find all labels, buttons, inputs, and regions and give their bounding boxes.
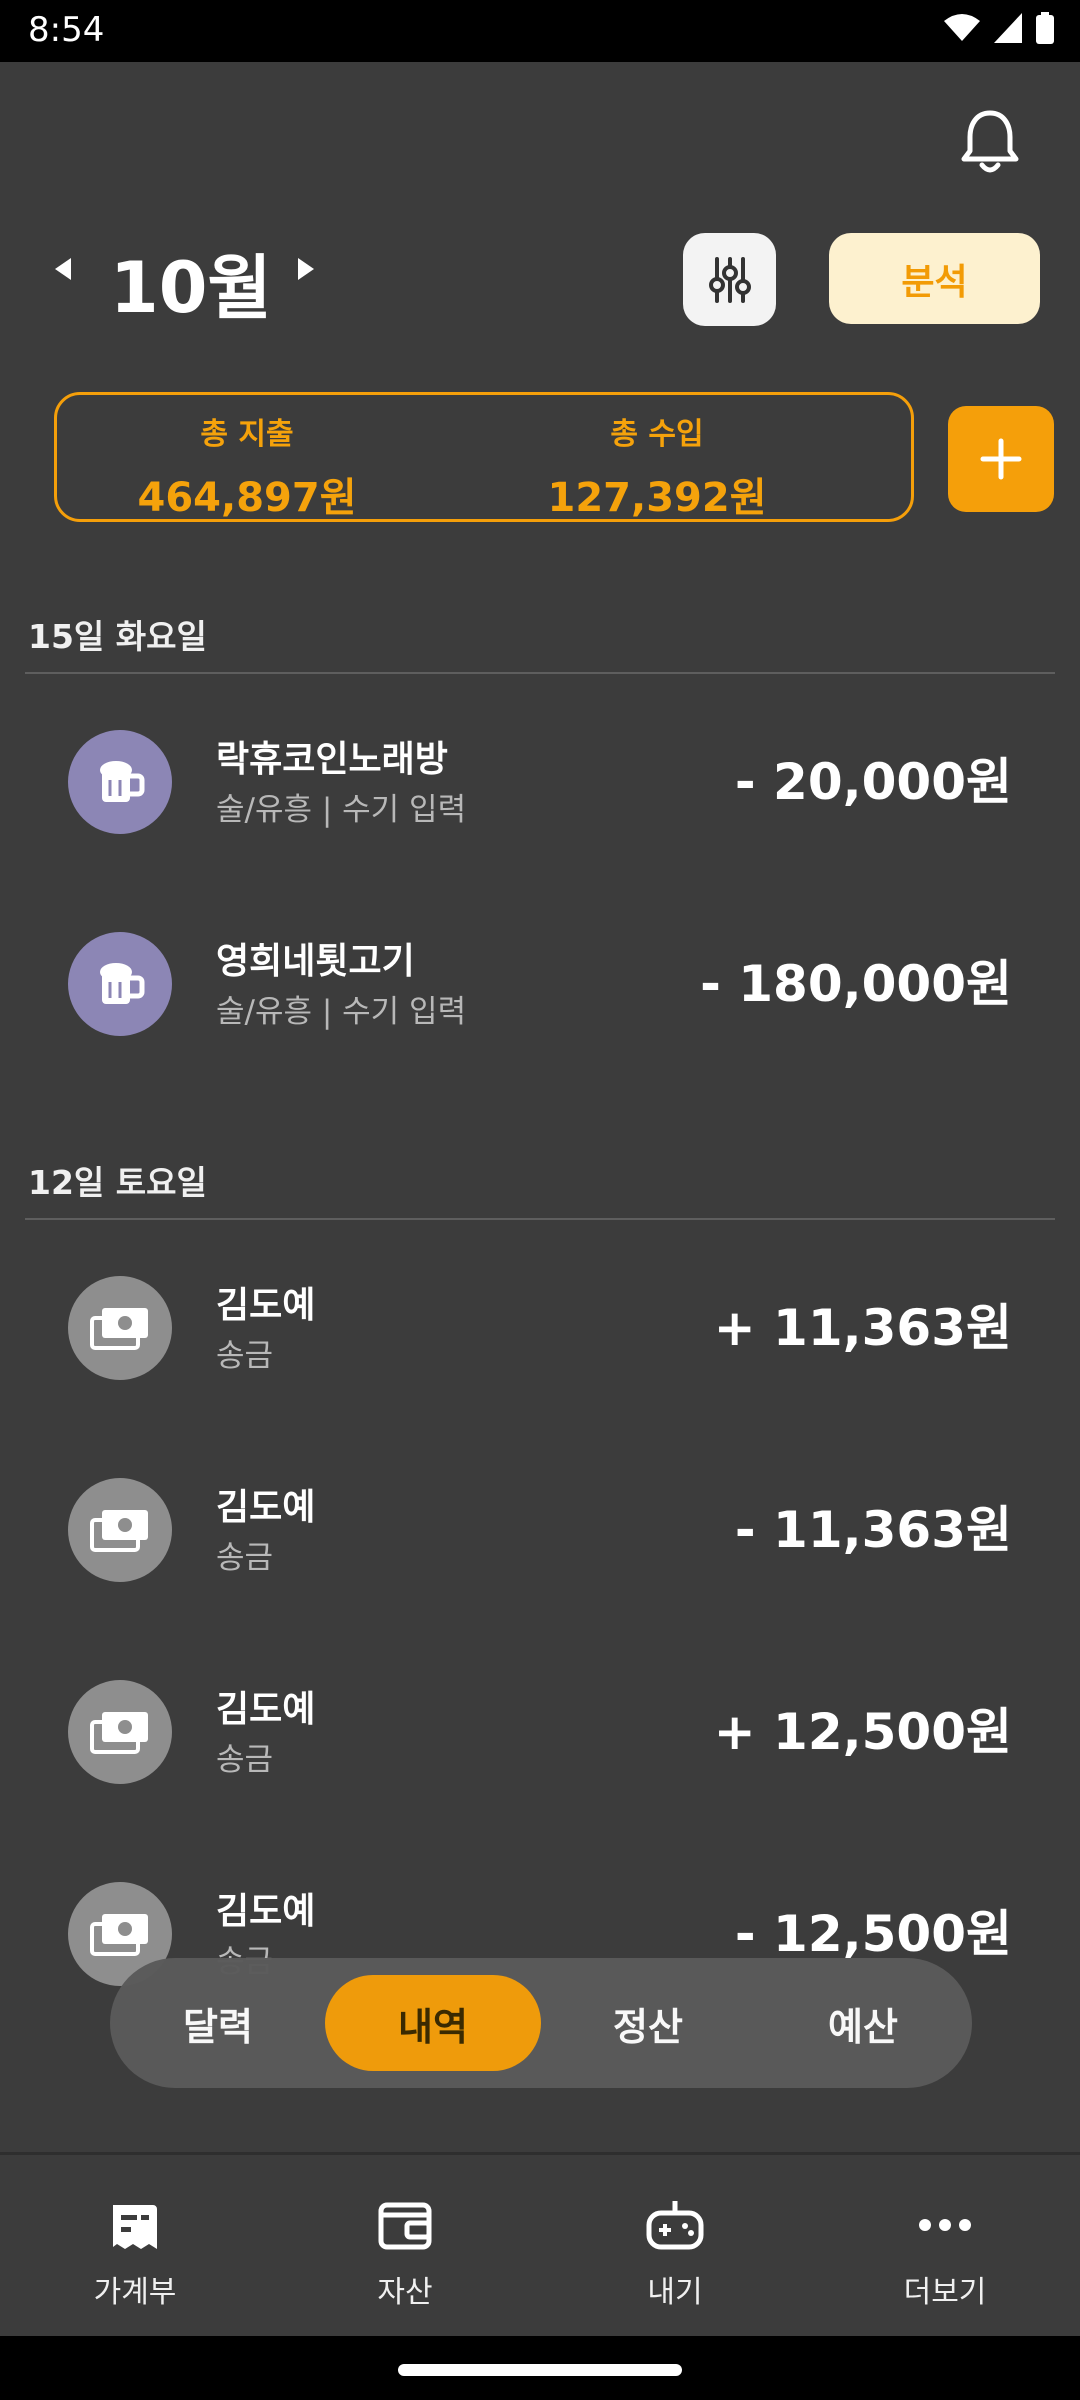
transaction-amount: - 12,500원 — [734, 1905, 1012, 1963]
transaction-category: 송금 — [216, 1742, 274, 1778]
beer-icon — [68, 932, 172, 1036]
day-header: 12일 토요일 — [28, 1163, 207, 1202]
tab-budget[interactable]: 예산 — [755, 1975, 971, 2071]
cash-icon — [68, 1478, 172, 1582]
plus-icon — [980, 438, 1022, 480]
transaction-name: 락휴코인노래방 — [216, 739, 448, 780]
add-transaction-button[interactable] — [948, 406, 1054, 512]
transaction-amount: + 11,363원 — [713, 1299, 1012, 1357]
transaction-row[interactable]: 김도예 송금 - 11,363원 — [0, 1468, 1080, 1588]
filter-button[interactable] — [683, 233, 776, 326]
ledger-icon — [113, 2205, 157, 2249]
transaction-category: 송금 — [216, 1540, 274, 1576]
nav-more[interactable]: 더보기 — [845, 2195, 1045, 2311]
tab-history[interactable]: 내역 — [325, 1975, 541, 2071]
nav-ledger[interactable]: 가계부 — [35, 2195, 235, 2311]
total-expense-label: 총 지출 — [200, 417, 294, 452]
analysis-button[interactable]: 분석 — [829, 233, 1040, 324]
home-gesture-handle[interactable] — [398, 2364, 682, 2376]
status-bar — [0, 0, 1080, 62]
nav-label: 자산 — [377, 2275, 433, 2310]
cash-icon — [68, 1680, 172, 1784]
total-income: 총 수입 127,392원 — [507, 409, 807, 523]
nav-assets[interactable]: 자산 — [305, 2195, 505, 2311]
transaction-name: 김도예 — [216, 1891, 316, 1932]
transaction-category: 송금 — [216, 1338, 274, 1374]
transaction-category: 술/유흥 | 수기 입력 — [216, 792, 467, 828]
gamepad-icon — [646, 2201, 704, 2250]
bottom-nav: 가계부 자산 내기 더보기 — [0, 2152, 1080, 2339]
next-month-button[interactable] — [296, 258, 314, 284]
notification-bell-icon[interactable] — [954, 105, 1026, 177]
summary-box: 총 지출 464,897원 총 수입 127,392원 — [54, 392, 914, 522]
transaction-name: 김도예 — [216, 1689, 316, 1730]
transaction-row[interactable]: 락휴코인노래방 술/유흥 | 수기 입력 - 20,000원 — [0, 720, 1080, 840]
beer-icon — [68, 730, 172, 834]
transaction-row[interactable]: 영희네툇고기 술/유흥 | 수기 입력 - 180,000원 — [0, 922, 1080, 1042]
status-time: 8:54 — [28, 10, 105, 50]
month-title: 10월 — [110, 247, 272, 329]
status-icons — [944, 12, 1054, 44]
view-segment-tabs: 달력 내역 정산 예산 — [110, 1958, 972, 2088]
battery-icon — [1036, 12, 1054, 44]
prev-month-button[interactable] — [55, 258, 73, 284]
total-expense-value: 464,897원 — [137, 475, 357, 521]
transaction-row[interactable]: 김도예 송금 + 11,363원 — [0, 1266, 1080, 1386]
transaction-name: 김도예 — [216, 1285, 316, 1326]
nav-label: 가계부 — [93, 2275, 177, 2310]
transaction-amount: + 12,500원 — [713, 1703, 1012, 1761]
sliders-icon — [708, 256, 751, 303]
tab-calendar[interactable]: 달력 — [110, 1975, 326, 2071]
cash-icon — [68, 1276, 172, 1380]
nav-label: 내기 — [647, 2275, 703, 2310]
signal-icon — [994, 13, 1022, 43]
transaction-name: 김도예 — [216, 1487, 316, 1528]
total-expense: 총 지출 464,897원 — [97, 409, 397, 523]
transaction-name: 영희네툇고기 — [216, 941, 415, 982]
day-divider — [25, 1218, 1055, 1220]
day-header: 15일 화요일 — [28, 617, 207, 656]
more-icon — [919, 2219, 971, 2231]
wallet-icon — [378, 2202, 432, 2250]
transaction-category: 술/유흥 | 수기 입력 — [216, 994, 467, 1030]
transaction-amount: - 11,363원 — [734, 1501, 1012, 1559]
nav-label: 더보기 — [903, 2275, 987, 2310]
tab-settlement[interactable]: 정산 — [540, 1975, 756, 2071]
total-income-label: 총 수입 — [610, 417, 704, 452]
wifi-icon — [944, 14, 980, 41]
day-divider — [25, 672, 1055, 674]
nav-bet[interactable]: 내기 — [575, 2195, 775, 2311]
total-income-value: 127,392원 — [547, 475, 767, 521]
transaction-amount: - 20,000원 — [734, 753, 1012, 811]
transaction-amount: - 180,000원 — [700, 955, 1012, 1013]
transaction-row[interactable]: 김도예 송금 + 12,500원 — [0, 1670, 1080, 1790]
